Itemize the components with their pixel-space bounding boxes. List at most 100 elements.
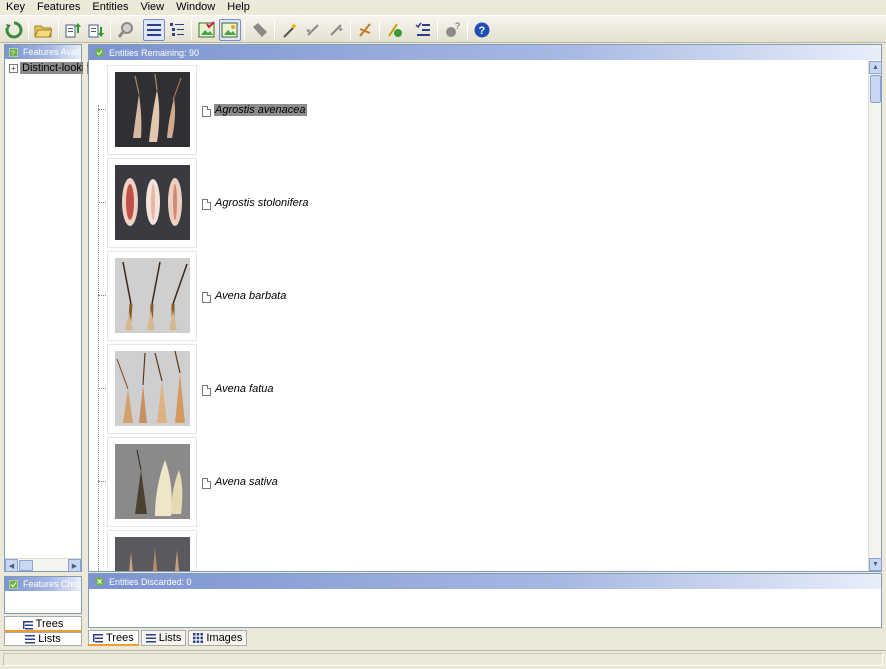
avena-fatua-image — [115, 351, 190, 426]
tree-list-button[interactable] — [166, 19, 188, 41]
toolbar-separator — [191, 20, 192, 40]
toolbar-separator — [58, 20, 59, 40]
list-item[interactable]: Agrostis stolonifera — [98, 156, 598, 249]
entity-thumbnail-frame — [107, 251, 197, 341]
export-up-icon — [65, 23, 81, 38]
scroll-up-icon[interactable]: ▲ — [869, 61, 882, 74]
left-tab-lists[interactable]: Lists — [4, 632, 82, 646]
entity-thumbnail[interactable] — [115, 72, 190, 147]
export-down-button[interactable] — [85, 19, 107, 41]
list-item[interactable]: Agrostis avenacea — [98, 63, 598, 156]
tree-branch — [98, 109, 106, 110]
entities-discarded-panel: Entities Discarded: 0 — [88, 573, 882, 628]
image-check-icon — [198, 21, 215, 38]
expand-icon[interactable]: + — [9, 63, 18, 73]
grid-icon — [193, 633, 204, 643]
entity-name[interactable]: Avena fatua — [214, 383, 275, 395]
list-item[interactable]: Avena fatua — [98, 342, 598, 435]
partial-entity-image — [115, 537, 190, 571]
forward-button[interactable] — [325, 19, 347, 41]
features-icon: ? — [9, 47, 18, 57]
run-icon — [388, 23, 402, 37]
restart-button[interactable] — [3, 19, 25, 41]
scroll-right-icon[interactable]: ▶ — [68, 559, 81, 572]
scroll-thumb[interactable] — [19, 560, 33, 571]
scroll-left-icon[interactable]: ◀ — [5, 559, 18, 572]
list-view-icon — [147, 24, 161, 36]
menu-help[interactable]: Help — [220, 0, 255, 15]
search-button[interactable] — [115, 19, 137, 41]
tree-icon — [93, 633, 103, 642]
list-icon — [25, 635, 36, 644]
features-available-header: ? Features Available — [5, 45, 81, 59]
help-icon: ? — [474, 22, 490, 38]
image-check-button[interactable] — [196, 19, 218, 41]
entity-thumbnail[interactable] — [115, 165, 190, 240]
menu-view[interactable]: View — [133, 0, 169, 15]
entities-discarded-title: Entities Discarded: 0 — [109, 576, 192, 587]
document-icon — [202, 478, 211, 489]
entity-thumbnail-frame — [107, 158, 197, 248]
image-view-button[interactable] — [219, 19, 241, 41]
tab-images-label: Images — [206, 632, 243, 644]
tree-branch — [98, 388, 106, 389]
tag-icon — [253, 23, 267, 37]
tree-list-icon — [170, 23, 184, 36]
svg-text:?: ? — [11, 50, 15, 57]
entities-remaining-header: Entities Remaining: 90 — [89, 45, 881, 60]
help-query-button[interactable]: ? — [442, 19, 464, 41]
menu-features[interactable]: Features — [30, 0, 85, 15]
export-up-button[interactable] — [62, 19, 84, 41]
tab-lists-label: Lists — [158, 632, 182, 644]
magic-wand-icon — [283, 23, 297, 38]
entity-name[interactable]: Agrostis stolonifera — [214, 197, 310, 209]
list-item[interactable]: Avena sativa — [98, 435, 598, 528]
menu-key[interactable]: Key — [0, 0, 30, 15]
horizontal-scrollbar[interactable]: ◀ ▶ — [5, 558, 81, 572]
checklist-button[interactable] — [412, 19, 434, 41]
back-arrow-icon — [306, 24, 319, 36]
list-item[interactable] — [98, 528, 598, 571]
check-circle-icon — [95, 48, 104, 57]
image-view-icon — [221, 22, 238, 38]
tree-branch — [98, 202, 106, 203]
entity-name[interactable]: Agrostis avenacea — [214, 104, 307, 116]
list-view-button[interactable] — [143, 19, 165, 41]
tab-images[interactable]: Images — [188, 630, 248, 646]
menu-entities[interactable]: Entities — [85, 0, 133, 15]
entities-discarded-header: Entities Discarded: 0 — [89, 574, 881, 589]
magic-wand-button[interactable] — [279, 19, 301, 41]
entity-thumbnail-frame — [107, 437, 197, 527]
vertical-scrollbar[interactable]: ▲ ▼ — [868, 61, 882, 571]
entity-name[interactable]: Avena sativa — [214, 476, 279, 488]
toolbar-separator — [437, 20, 438, 40]
tab-lists[interactable]: Lists — [140, 630, 187, 646]
entities-remaining-title: Entities Remaining: 90 — [109, 47, 200, 58]
open-button[interactable] — [32, 19, 54, 41]
help-query-icon: ? — [446, 21, 460, 37]
entity-name[interactable]: Avena barbata — [214, 290, 287, 302]
scissors-button[interactable] — [354, 19, 376, 41]
entity-thumbnail[interactable] — [115, 351, 190, 426]
help-button[interactable]: ? — [471, 19, 493, 41]
tab-trees[interactable]: Trees — [88, 630, 139, 646]
list-item[interactable]: Avena barbata — [98, 249, 598, 342]
toolbar-separator — [244, 20, 245, 40]
menu-window[interactable]: Window — [169, 0, 220, 15]
entity-thumbnail[interactable] — [115, 258, 190, 333]
scroll-thumb[interactable] — [870, 75, 881, 103]
tag-button[interactable] — [249, 19, 271, 41]
checklist-icon — [415, 22, 430, 36]
features-available-panel: ? Features Available + Distinct-looking … — [4, 44, 99, 572]
toolbar-separator — [350, 20, 351, 40]
tree-branch — [98, 295, 106, 296]
run-button[interactable] — [384, 19, 406, 41]
entity-thumbnail[interactable] — [115, 444, 190, 519]
scroll-down-icon[interactable]: ▼ — [869, 558, 882, 571]
export-down-icon — [88, 24, 104, 38]
entity-thumbnail[interactable] — [115, 537, 190, 571]
entities-remaining-panel: Entities Remaining: 90 Agrostis avenacea… — [88, 44, 882, 572]
panel-splitter[interactable] — [83, 44, 87, 649]
left-tab-trees[interactable]: Trees — [4, 616, 82, 632]
back-button[interactable] — [302, 19, 324, 41]
